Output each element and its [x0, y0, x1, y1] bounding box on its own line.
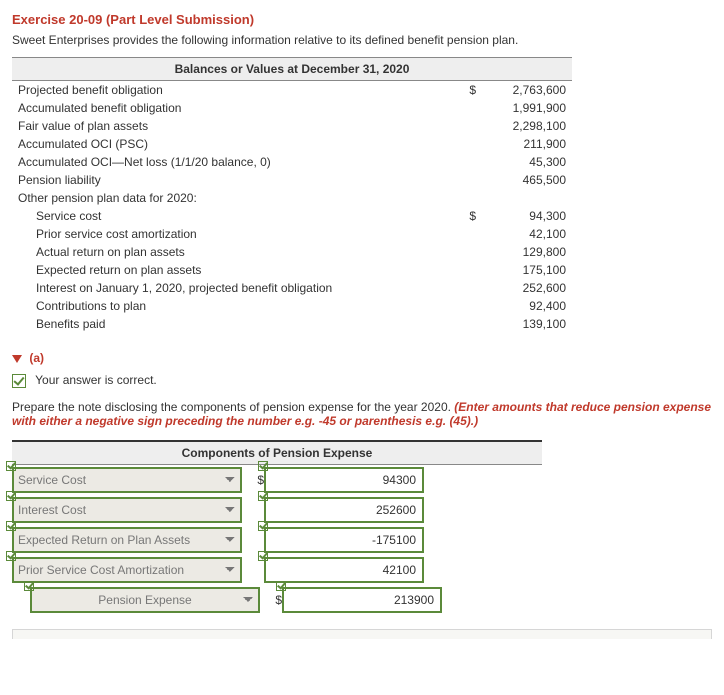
- check-icon: [258, 521, 268, 531]
- row-label: Projected benefit obligation: [12, 81, 463, 100]
- amount-input[interactable]: [264, 497, 424, 523]
- row-label: Prior service cost amortization: [12, 225, 463, 243]
- row-label: Actual return on plan assets: [12, 243, 463, 261]
- currency-symbol: [463, 225, 482, 243]
- row-value: 211,900: [482, 135, 572, 153]
- currency-symbol: [463, 243, 482, 261]
- balances-header: Balances or Values at December 31, 2020: [12, 58, 572, 81]
- dollar-sign: $: [266, 593, 282, 607]
- row-value: 129,800: [482, 243, 572, 261]
- collapse-icon[interactable]: [12, 355, 22, 363]
- correct-text: Your answer is correct.: [35, 373, 157, 387]
- component-select[interactable]: Prior Service Cost Amortization: [12, 557, 242, 583]
- table-row: Fair value of plan assets 2,298,100: [12, 117, 572, 135]
- table-row: Interest on January 1, 2020, projected b…: [12, 279, 572, 297]
- check-icon: [6, 491, 16, 501]
- row-value: 2,298,100: [482, 117, 572, 135]
- row-label: Accumulated OCI—Net loss (1/1/20 balance…: [12, 153, 463, 171]
- answer-table: Components of Pension Expense Service Co…: [12, 440, 542, 615]
- check-icon: [6, 551, 16, 561]
- check-icon: [276, 581, 286, 591]
- answer-table-header: Components of Pension Expense: [12, 442, 542, 465]
- row-value: 465,500: [482, 171, 572, 189]
- currency-symbol: $: [463, 81, 482, 100]
- table-row: Service cost$94,300: [12, 207, 572, 225]
- answer-status: Your answer is correct.: [12, 373, 712, 388]
- currency-symbol: [463, 117, 482, 135]
- table-row: Projected benefit obligation$2,763,600: [12, 81, 572, 100]
- row-label: Pension liability: [12, 171, 463, 189]
- answer-row: Expected Return on Plan Assets: [12, 525, 542, 555]
- exercise-intro: Sweet Enterprises provides the following…: [12, 33, 712, 47]
- row-label: Contributions to plan: [12, 297, 463, 315]
- currency-symbol: $: [463, 207, 482, 225]
- balances-table: Balances or Values at December 31, 2020 …: [12, 57, 572, 333]
- dollar-sign: $: [248, 473, 264, 487]
- part-a-header[interactable]: (a): [12, 351, 712, 365]
- answer-row: Service Cost $: [12, 465, 542, 495]
- instructions: Prepare the note disclosing the componen…: [12, 400, 712, 428]
- table-row: Actual return on plan assets 129,800: [12, 243, 572, 261]
- check-icon: [258, 461, 268, 471]
- check-icon: [258, 551, 268, 561]
- currency-symbol: [463, 135, 482, 153]
- table-row: Accumulated OCI—Net loss (1/1/20 balance…: [12, 153, 572, 171]
- row-value: 252,600: [482, 279, 572, 297]
- exercise-title: Exercise 20-09 (Part Level Submission): [12, 12, 712, 27]
- row-value: [482, 189, 572, 207]
- row-label: Other pension plan data for 2020:: [12, 189, 463, 207]
- table-row: Prior service cost amortization 42,100: [12, 225, 572, 243]
- check-icon: [6, 461, 16, 471]
- component-select[interactable]: Expected Return on Plan Assets: [12, 527, 242, 553]
- instruction-plain: Prepare the note disclosing the componen…: [12, 400, 454, 414]
- row-label: Fair value of plan assets: [12, 117, 463, 135]
- amount-input[interactable]: [264, 527, 424, 553]
- row-value: 175,100: [482, 261, 572, 279]
- component-select[interactable]: Service Cost: [12, 467, 242, 493]
- row-value: 139,100: [482, 315, 572, 333]
- row-value: 92,400: [482, 297, 572, 315]
- amount-input[interactable]: [264, 557, 424, 583]
- part-a-label: (a): [29, 351, 44, 365]
- currency-symbol: [463, 279, 482, 297]
- component-select[interactable]: Interest Cost: [12, 497, 242, 523]
- check-icon: [24, 581, 34, 591]
- check-icon: [6, 521, 16, 531]
- currency-symbol: [463, 297, 482, 315]
- table-row: Pension liability 465,500: [12, 171, 572, 189]
- table-row: Expected return on plan assets 175,100: [12, 261, 572, 279]
- row-label: Accumulated OCI (PSC): [12, 135, 463, 153]
- row-label: Benefits paid: [12, 315, 463, 333]
- row-value: 42,100: [482, 225, 572, 243]
- table-row: Accumulated OCI (PSC) 211,900: [12, 135, 572, 153]
- row-label: Interest on January 1, 2020, projected b…: [12, 279, 463, 297]
- currency-symbol: [463, 315, 482, 333]
- row-label: Expected return on plan assets: [12, 261, 463, 279]
- answer-row: Pension Expense $: [12, 585, 542, 615]
- check-icon: [258, 491, 268, 501]
- table-row: Other pension plan data for 2020:: [12, 189, 572, 207]
- amount-input[interactable]: [264, 467, 424, 493]
- currency-symbol: [463, 99, 482, 117]
- row-value: 1,991,900: [482, 99, 572, 117]
- currency-symbol: [463, 171, 482, 189]
- component-select[interactable]: Pension Expense: [30, 587, 260, 613]
- row-label: Service cost: [12, 207, 463, 225]
- table-row: Benefits paid 139,100: [12, 315, 572, 333]
- table-row: Contributions to plan 92,400: [12, 297, 572, 315]
- currency-symbol: [463, 189, 482, 207]
- answer-row: Interest Cost: [12, 495, 542, 525]
- row-value: 2,763,600: [482, 81, 572, 100]
- row-value: 94,300: [482, 207, 572, 225]
- amount-input[interactable]: [282, 587, 442, 613]
- row-value: 45,300: [482, 153, 572, 171]
- row-label: Accumulated benefit obligation: [12, 99, 463, 117]
- check-icon: [12, 374, 26, 388]
- currency-symbol: [463, 153, 482, 171]
- table-row: Accumulated benefit obligation 1,991,900: [12, 99, 572, 117]
- currency-symbol: [463, 261, 482, 279]
- footer-bar: [12, 629, 712, 639]
